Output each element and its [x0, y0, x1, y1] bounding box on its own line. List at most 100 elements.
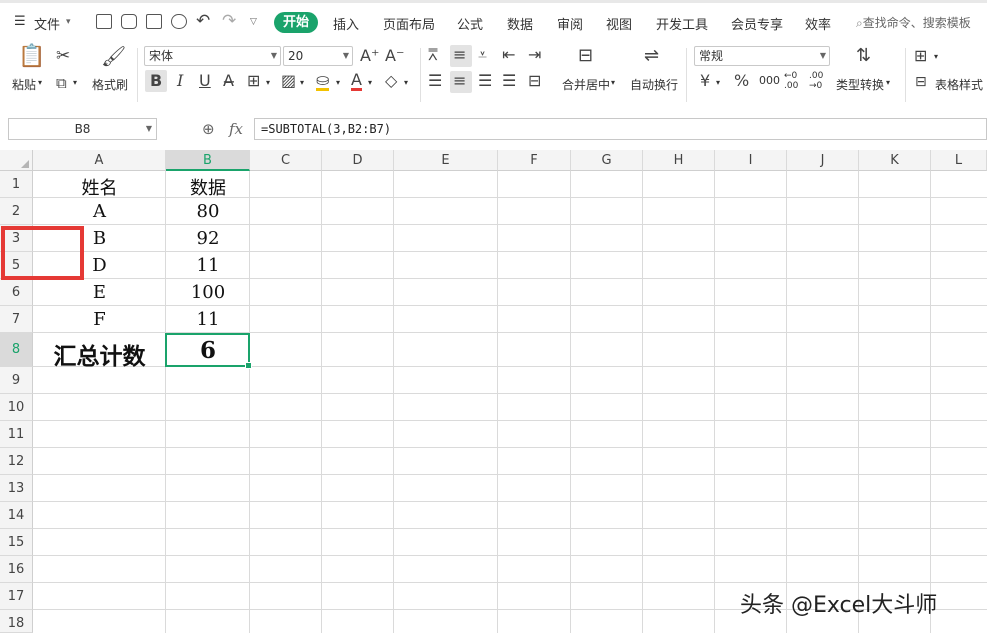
undo-icon[interactable]: ↶	[196, 11, 210, 31]
increase-indent-icon[interactable]: ⇥	[528, 47, 541, 63]
tab-insert[interactable]: 插入	[333, 14, 359, 33]
italic-button[interactable]: I	[177, 73, 183, 89]
menu-icon[interactable]: ☰	[14, 14, 26, 29]
row-header-2[interactable]: 2	[0, 198, 33, 225]
tab-member[interactable]: 会员专享	[731, 14, 783, 33]
zoom-icon[interactable]: ⊕	[202, 120, 215, 138]
font-color-chevron-icon[interactable]: ▾	[368, 78, 372, 87]
type-convert-chevron-icon[interactable]: ▾	[886, 78, 890, 87]
select-all-corner[interactable]	[0, 150, 33, 171]
row-header-12[interactable]: 12	[0, 448, 33, 475]
column-header-c[interactable]: C	[250, 150, 322, 171]
row-header-7[interactable]: 7	[0, 306, 33, 333]
cell-b2[interactable]: 80	[166, 201, 250, 222]
row-header-11[interactable]: 11	[0, 421, 33, 448]
table-grid-chevron-icon[interactable]: ▾	[934, 52, 938, 61]
row-header-1[interactable]: 1	[0, 171, 33, 198]
print-icon[interactable]	[146, 14, 162, 29]
align-left-icon[interactable]: ☰	[428, 73, 442, 89]
wrap-text-button[interactable]: 自动换行	[630, 76, 678, 93]
align-right-icon[interactable]: ☰	[478, 73, 492, 89]
align-bottom-icon[interactable]: ⩡	[478, 47, 487, 63]
cell-b3[interactable]: 92	[166, 228, 250, 249]
chevron-down-icon[interactable]: ▾	[66, 17, 71, 27]
tab-formulas[interactable]: 公式	[457, 14, 483, 33]
row-header-18[interactable]: 18	[0, 610, 33, 633]
column-header-b[interactable]: B	[166, 150, 250, 171]
copy-icon[interactable]: ⧉	[56, 75, 67, 91]
wrap-text-icon[interactable]: ⇌	[644, 47, 659, 65]
column-header-e[interactable]: E	[394, 150, 498, 171]
column-header-i[interactable]: I	[715, 150, 787, 171]
name-box[interactable]: B8 ▼	[8, 118, 157, 140]
decrease-indent-icon[interactable]: ⇤	[502, 47, 515, 63]
type-convert-icon[interactable]: ⇅	[856, 47, 871, 65]
cell-b6[interactable]: 100	[166, 282, 250, 303]
merge-center-icon[interactable]: ⊟	[578, 47, 593, 65]
row-header-9[interactable]: 9	[0, 367, 33, 394]
paste-icon[interactable]: 📋	[18, 46, 45, 68]
command-search[interactable]: ⌕查找命令、搜索模板	[856, 14, 971, 31]
tab-page-layout[interactable]: 页面布局	[383, 14, 435, 33]
spreadsheet-grid[interactable]: A B C D E F G H I J K L 1 2 3 5 6 7 8 9 …	[0, 150, 987, 633]
table-style-button[interactable]: 表格样式	[935, 76, 983, 93]
cell-a8[interactable]: 汇总计数	[33, 337, 166, 371]
decrease-font-icon[interactable]: A⁻	[385, 48, 404, 64]
column-header-f[interactable]: F	[498, 150, 571, 171]
justify-icon[interactable]: ☰	[502, 73, 516, 89]
customize-chevron-icon[interactable]: ▽	[250, 17, 257, 27]
number-format-select[interactable]: 常规 ▼	[694, 46, 830, 66]
column-header-k[interactable]: K	[859, 150, 931, 171]
tab-efficiency[interactable]: 效率	[805, 14, 831, 33]
cell-b1[interactable]: 数据	[166, 174, 250, 200]
borders-icon[interactable]: ⊞	[247, 73, 260, 89]
column-header-g[interactable]: G	[571, 150, 643, 171]
row-header-13[interactable]: 13	[0, 475, 33, 502]
currency-chevron-icon[interactable]: ▾	[716, 78, 720, 87]
tab-data[interactable]: 数据	[507, 14, 533, 33]
export-icon[interactable]	[121, 14, 137, 29]
thousands-separator-button[interactable]: 000	[759, 74, 780, 87]
format-painter-button[interactable]: 格式刷	[92, 76, 128, 93]
save-icon[interactable]	[96, 14, 112, 29]
table-style-icon[interactable]: ⊟	[915, 74, 927, 90]
row-header-16[interactable]: 16	[0, 556, 33, 583]
copy-chevron-icon[interactable]: ▾	[73, 78, 77, 87]
tab-developer[interactable]: 开发工具	[656, 14, 708, 33]
decrease-decimal-button[interactable]: .00 →0	[809, 71, 829, 91]
fill-pattern-icon[interactable]: ▨	[281, 73, 296, 89]
cell-a2[interactable]: A	[33, 201, 166, 222]
column-header-j[interactable]: J	[787, 150, 859, 171]
file-menu[interactable]: 文件	[34, 14, 60, 33]
font-size-select[interactable]: 20 ▼	[283, 46, 353, 66]
merge-chevron-icon[interactable]: ▾	[611, 78, 615, 87]
type-convert-button[interactable]: 类型转换	[836, 76, 884, 93]
column-header-a[interactable]: A	[33, 150, 166, 171]
format-painter-icon[interactable]: 🖌	[101, 46, 126, 66]
tab-review[interactable]: 审阅	[557, 14, 583, 33]
redo-icon[interactable]: ↷	[222, 11, 236, 31]
align-top-icon[interactable]: ⩞	[428, 47, 438, 63]
percent-button[interactable]: %	[734, 73, 749, 89]
currency-button[interactable]: ¥	[700, 73, 710, 89]
cell-b5[interactable]: 11	[166, 255, 250, 276]
row-header-14[interactable]: 14	[0, 502, 33, 529]
cell-a6[interactable]: E	[33, 282, 166, 303]
fill-color-chevron-icon[interactable]: ▾	[336, 78, 340, 87]
cut-icon[interactable]: ✂	[56, 48, 70, 65]
distributed-icon[interactable]: ⊟	[528, 73, 541, 89]
strikethrough-icon[interactable]: A̶	[223, 73, 234, 89]
cell-a1[interactable]: 姓名	[33, 174, 166, 200]
fill-handle[interactable]	[245, 362, 252, 369]
paste-chevron-icon[interactable]: ▾	[38, 78, 42, 87]
formula-input[interactable]: =SUBTOTAL(3,B2:B7)	[254, 118, 987, 140]
row-header-17[interactable]: 17	[0, 583, 33, 610]
clear-format-chevron-icon[interactable]: ▾	[404, 78, 408, 87]
paste-button[interactable]: 粘贴	[12, 76, 36, 93]
borders-chevron-icon[interactable]: ▾	[266, 78, 270, 87]
merge-center-button[interactable]: 合并居中	[562, 76, 610, 93]
cell-b7[interactable]: 11	[166, 309, 250, 330]
row-header-6[interactable]: 6	[0, 279, 33, 306]
clear-format-icon[interactable]: ◇	[385, 73, 397, 89]
row-header-15[interactable]: 15	[0, 529, 33, 556]
